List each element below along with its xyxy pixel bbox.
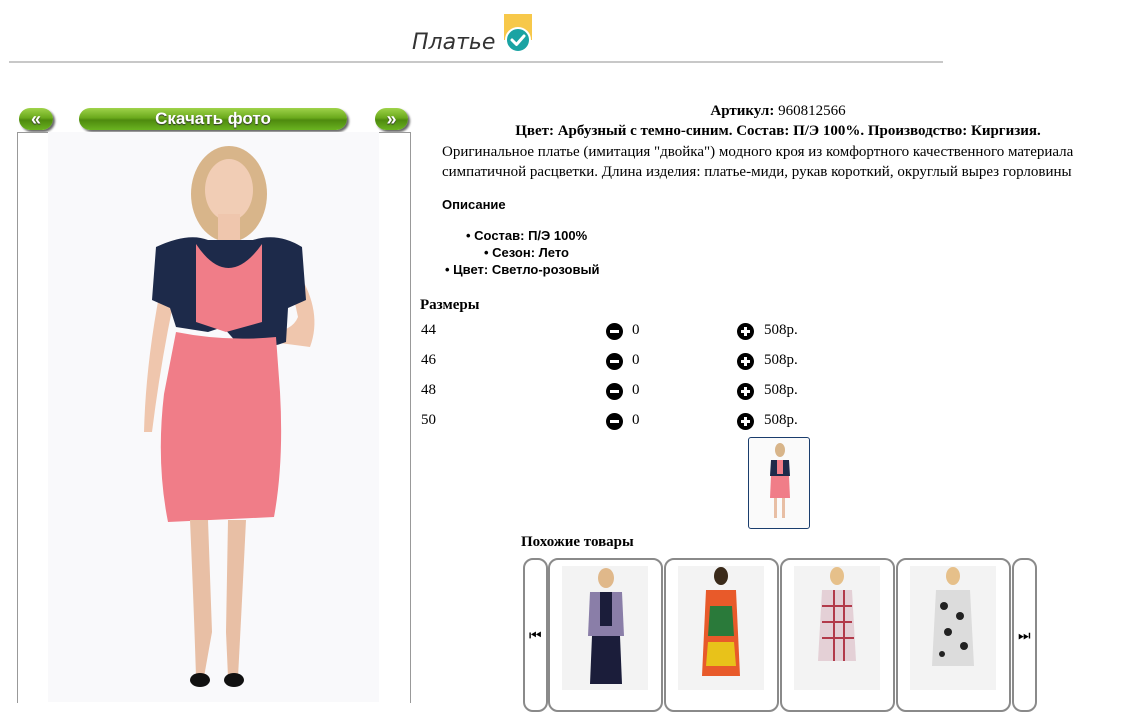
skip-next-icon: ⏭ xyxy=(1018,628,1031,644)
article-label: Артикул: xyxy=(710,103,775,119)
title-divider xyxy=(9,61,943,63)
size-quantity: 0 xyxy=(632,382,640,398)
bullet-color: Цвет: Светло-розовый xyxy=(445,262,599,277)
minus-circle-icon[interactable] xyxy=(606,413,623,430)
article-line: Артикул: 960812566 xyxy=(420,103,1129,120)
size-price: 508р. xyxy=(764,352,798,368)
carousel-prev-button[interactable]: ⏮ xyxy=(523,558,548,712)
similar-product-image xyxy=(794,566,880,690)
plus-circle-icon[interactable] xyxy=(737,353,754,370)
bullet-composition: Состав: П/Э 100% xyxy=(466,228,587,243)
minus-circle-icon[interactable] xyxy=(606,353,623,370)
size-row: 46 0 508р. xyxy=(420,352,840,372)
similar-product-image xyxy=(910,566,996,690)
size-label: 50 xyxy=(421,412,436,428)
composition-line: Цвет: Арбузный с темно-синим. Состав: П/… xyxy=(515,123,1041,139)
similar-product-card[interactable] xyxy=(664,558,779,712)
check-badge-icon xyxy=(504,14,532,54)
similar-product-card[interactable] xyxy=(548,558,663,712)
size-quantity: 0 xyxy=(632,352,640,368)
bullet-season: Сезон: Лето xyxy=(484,245,569,260)
skip-previous-icon: ⏮ xyxy=(529,628,542,644)
size-row: 48 0 508р. xyxy=(420,382,840,402)
carousel-next-button[interactable]: ⏭ xyxy=(1012,558,1037,712)
prev-photo-button[interactable]: « xyxy=(19,108,53,130)
minus-circle-icon[interactable] xyxy=(606,323,623,340)
description-heading: Описание xyxy=(442,197,506,212)
description-line-2: симпатичной расцветки. Длина изделия: пл… xyxy=(442,164,1072,180)
size-row: 50 0 508р. xyxy=(420,412,840,432)
size-label: 46 xyxy=(421,352,436,368)
similar-products-heading: Похожие товары xyxy=(521,534,634,550)
similar-product-card[interactable] xyxy=(896,558,1011,712)
size-price: 508р. xyxy=(764,382,798,398)
size-label: 48 xyxy=(421,382,436,398)
plus-circle-icon[interactable] xyxy=(737,323,754,340)
minus-circle-icon[interactable] xyxy=(606,383,623,400)
photo-thumbnail[interactable] xyxy=(748,437,810,529)
size-row: 44 0 508р. xyxy=(420,322,840,342)
plus-circle-icon[interactable] xyxy=(737,383,754,400)
download-photo-button[interactable]: Скачать фото xyxy=(79,108,347,130)
similar-product-image xyxy=(678,566,764,690)
sizes-heading: Размеры xyxy=(420,297,480,313)
main-product-photo[interactable] xyxy=(48,132,379,702)
size-quantity: 0 xyxy=(632,412,640,428)
size-price: 508р. xyxy=(764,322,798,338)
similar-product-image xyxy=(562,566,648,690)
similar-product-card[interactable] xyxy=(780,558,895,712)
article-value: 960812566 xyxy=(778,103,846,119)
size-quantity: 0 xyxy=(632,322,640,338)
plus-circle-icon[interactable] xyxy=(737,413,754,430)
size-label: 44 xyxy=(421,322,436,338)
next-photo-button[interactable]: » xyxy=(375,108,408,130)
page-title: Платье xyxy=(412,30,496,55)
size-price: 508р. xyxy=(764,412,798,428)
description-line-1: Оригинальное платье (имитация "двойка") … xyxy=(442,144,1074,160)
